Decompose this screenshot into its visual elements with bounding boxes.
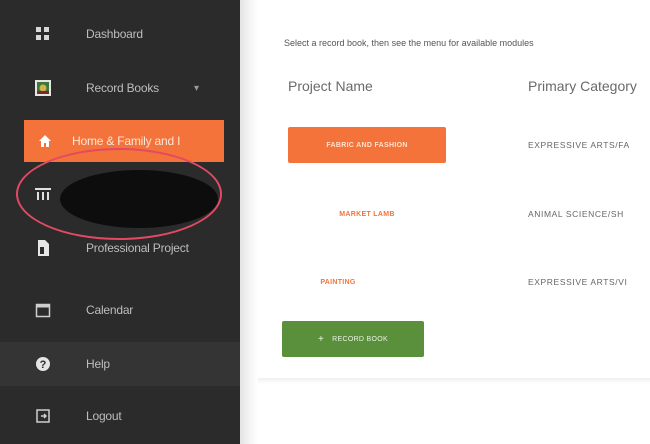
sidebar-item-record-books[interactable]: Record Books ▾ (0, 66, 240, 110)
plus-icon: + (318, 333, 325, 345)
sidebar-item-help[interactable]: ? Help (0, 342, 240, 386)
sidebar-item-dashboard[interactable]: Dashboard (0, 12, 240, 56)
record-book-icon (30, 75, 56, 101)
help-icon: ? (30, 351, 56, 377)
main-content: Select a record book, then see the menu … (258, 0, 650, 444)
sidebar-item-label: Home & Family and I (72, 134, 181, 148)
category-cell: ANIMAL SCIENCE/SH (528, 209, 624, 219)
project-button-fabric-fashion[interactable]: FABRIC AND FASHION (288, 127, 446, 163)
calendar-icon (30, 297, 56, 323)
category-cell: EXPRESSIVE ARTS/VI (528, 277, 628, 287)
chevron-down-icon[interactable]: ▾ (194, 83, 199, 94)
svg-text:?: ? (40, 359, 47, 371)
sidebar-item-calendar[interactable]: Calendar (0, 288, 240, 332)
instruction-text: Select a record book, then see the menu … (284, 38, 534, 48)
project-button-painting[interactable]: PAINTING (288, 270, 388, 294)
sidebar-item-label: Calendar (86, 303, 134, 317)
dashboard-grid-icon (30, 21, 56, 47)
document-icon (30, 235, 56, 261)
sidebar-item-label: Logout (86, 409, 122, 423)
card-bottom-edge (258, 378, 650, 384)
sidebar-item-label: Professional Project (86, 241, 189, 255)
add-record-book-button[interactable]: + RECORD BOOK (282, 321, 424, 357)
sidebar: Dashboard Record Books ▾ Home & Family a… (0, 0, 240, 444)
sidebar-item-label: Dashboard (86, 27, 143, 41)
sidebar-item-logout[interactable]: Logout (0, 394, 240, 438)
add-record-book-label: RECORD BOOK (332, 335, 388, 343)
home-icon (32, 128, 58, 154)
project-button-market-lamb[interactable]: MARKET LAMB (288, 202, 446, 226)
logout-icon (30, 403, 56, 429)
panel-divider (240, 0, 258, 444)
sidebar-item-label: Help (86, 357, 110, 371)
sidebar-item-professional-project[interactable]: Professional Project (0, 226, 240, 270)
category-cell: EXPRESSIVE ARTS/FA (528, 140, 630, 150)
column-header-primary-category: Primary Category (528, 78, 637, 94)
sidebar-item-label: Record Books (86, 81, 159, 95)
column-header-project-name: Project Name (288, 78, 373, 94)
